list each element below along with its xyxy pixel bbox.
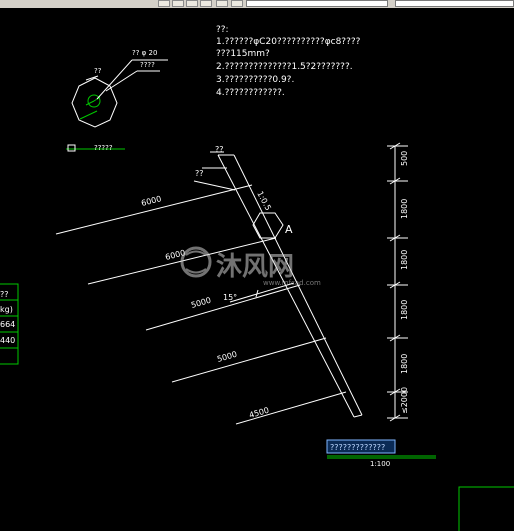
anchor-line-4	[171, 337, 327, 383]
detail-side-label: ????	[140, 61, 155, 69]
note-line-5: 4.????????????.	[216, 88, 285, 98]
note-line-3: 2.??????????????1.5?2???????.	[216, 62, 353, 72]
dim-2000: ≤2000	[400, 387, 409, 414]
watermark-url: www.mfcad.com	[263, 279, 321, 287]
detail-hexagon	[252, 212, 284, 239]
detail-marker: A	[285, 223, 293, 236]
toolbar-button-4[interactable]	[200, 0, 212, 7]
notes-heading: ??:	[216, 25, 229, 35]
angle-label: 15°	[223, 293, 237, 302]
anchor-label-1: 6000	[140, 194, 162, 208]
table-cell-1: ??	[0, 290, 9, 299]
notes-block: ??: 1.??????φC20??????????φc8???? ???115…	[216, 25, 361, 98]
linetype-dropdown[interactable]	[395, 0, 514, 7]
table-cell-4: 440	[0, 336, 15, 345]
toolbar-button-5[interactable]	[216, 0, 228, 7]
anchor-label-4: 5000	[216, 350, 238, 364]
toolbar-button-3[interactable]	[186, 0, 198, 7]
dim-1800-1: 1800	[400, 199, 409, 219]
note-line-2: ???115mm?	[216, 49, 270, 59]
note-line-4: 3.??????????0.9?.	[216, 75, 294, 85]
toolbar-button-1[interactable]	[158, 0, 170, 7]
detail-top-label: ?? φ 20	[132, 49, 157, 57]
note-line-1: 1.??????φC20??????????φc8????	[216, 37, 361, 47]
anchor-label-3: 5000	[190, 296, 212, 310]
legend: ?????	[66, 144, 125, 152]
legend-text: ?????	[94, 144, 113, 152]
dim-1800-2: 1800	[400, 250, 409, 270]
anchor-line-3	[145, 284, 301, 331]
toolbar-button-2[interactable]	[172, 0, 184, 7]
dim-1800-3: 1800	[400, 300, 409, 320]
drawing-title: ????????????? 1:100	[326, 439, 436, 468]
dim-1800-4: 1800	[400, 354, 409, 374]
detail-small-label: ??	[94, 67, 102, 75]
watermark: 沐风网 www.mfcad.com	[180, 246, 321, 287]
octagon-section	[71, 77, 118, 128]
title-text: ?????????????	[330, 443, 385, 452]
table-text: ?? kg) 664 440	[0, 290, 15, 345]
frame-corner	[458, 486, 514, 531]
table-cell-3: 664	[0, 320, 15, 329]
top-label: ??	[215, 145, 224, 154]
legend-symbol	[67, 144, 76, 152]
anchor-line-1	[55, 184, 253, 235]
layer-dropdown[interactable]	[246, 0, 388, 7]
dim-500: 500	[400, 151, 409, 166]
table-cell-2: kg)	[0, 305, 13, 314]
dimension-chain	[387, 142, 408, 422]
dimension-labels: 500 1800 1800 1800 1800 ≤2000	[400, 151, 409, 414]
anchor-section-detail: ?? φ 20 ?? ????	[71, 49, 168, 128]
left-label: ??	[195, 169, 204, 178]
slope-elevation	[55, 151, 363, 425]
toolbar-button-6[interactable]	[231, 0, 243, 7]
drawing-canvas[interactable]: ??: 1.??????φC20??????????φc8???? ???115…	[0, 8, 514, 531]
watermark-text: 沐风网	[216, 252, 294, 282]
slope-label: 1:0.5	[255, 190, 273, 212]
toolbar-strip	[0, 0, 514, 8]
scale-text: 1:100	[370, 460, 390, 468]
